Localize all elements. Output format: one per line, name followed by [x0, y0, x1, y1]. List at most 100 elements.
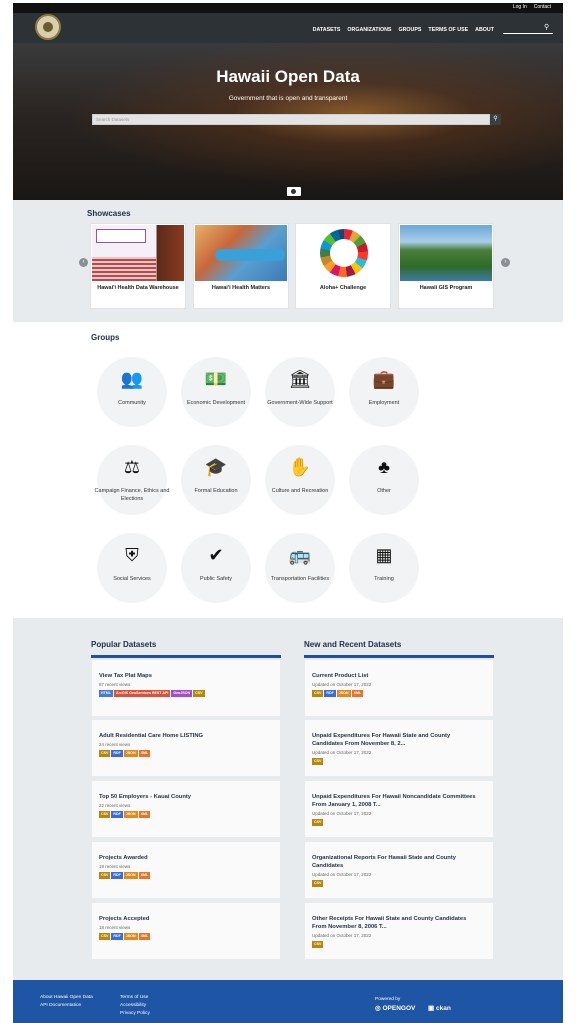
group-transportation-facilities[interactable]: 🚌 Transportation Facilities — [265, 533, 335, 603]
dataset-meta: 24 recent views — [99, 742, 131, 747]
format-badge[interactable]: CSV — [312, 690, 324, 697]
dataset-title-link[interactable]: Top 50 Employers - Kauai County — [99, 793, 269, 801]
format-badge[interactable]: HTML — [99, 690, 113, 697]
format-badge[interactable]: JSON — [123, 933, 138, 940]
showcase-card[interactable]: Hawai'i Health Data Warehouse — [90, 223, 186, 309]
dataset-title-link[interactable]: Unpaid Expenditures For Hawaii State and… — [312, 732, 482, 748]
nav-about[interactable]: ABOUT — [475, 27, 494, 33]
footer-accessibility-link[interactable]: Accessibility — [120, 1003, 146, 1009]
format-badge[interactable]: CSV — [99, 933, 111, 940]
dataset-meta: 18 recent views — [99, 925, 131, 930]
group-label: Community — [118, 400, 146, 406]
footer-api-link[interactable]: API Documentation — [40, 1003, 81, 1009]
format-badge[interactable]: CSV — [312, 941, 324, 948]
chevron-left-icon[interactable]: ‹ — [79, 258, 88, 267]
format-badge[interactable]: ArcGIS GeoServices REST API — [113, 690, 171, 697]
dataset-title-link[interactable]: Projects Accepted — [99, 915, 269, 923]
dataset-title-link[interactable]: Other Receipts For Hawaii State and Coun… — [312, 915, 482, 931]
format-badge[interactable]: CSV — [312, 819, 324, 826]
group-economic-development[interactable]: 💵 Economic Development — [181, 357, 251, 427]
group-government-wide-support[interactable]: 🏛 Government-Wide Support — [265, 357, 335, 427]
dataset-title-link[interactable]: View Tax Plat Maps — [99, 672, 269, 680]
dataset-title-link[interactable]: Current Product List — [312, 672, 482, 680]
state-seal-logo[interactable] — [35, 14, 61, 40]
dataset-card[interactable]: Unpaid Expenditures For Hawaii State and… — [305, 720, 493, 776]
format-badge[interactable]: XML — [138, 750, 151, 757]
dataset-card[interactable]: Other Receipts For Hawaii State and Coun… — [305, 903, 493, 959]
format-badge[interactable]: JSON — [123, 811, 138, 818]
showcase-card[interactable]: Hawai'i Health Matters — [193, 223, 289, 309]
opengov-logo[interactable]: ◎ OPENGOV — [375, 1005, 415, 1012]
dataset-card[interactable]: Organizational Reports For Hawaii State … — [305, 842, 493, 898]
format-badge[interactable]: JSON — [123, 750, 138, 757]
dataset-search-input[interactable]: Search Datasets — [92, 114, 490, 125]
search-icon[interactable]: ⚲ — [544, 23, 549, 31]
format-badge[interactable]: XML — [138, 872, 151, 879]
format-badge[interactable]: RDF — [324, 690, 336, 697]
ckan-label: ckan — [435, 1005, 451, 1012]
dataset-meta: 87 recent views — [99, 682, 131, 687]
dataset-card[interactable]: Projects Accepted 18 recent views CSV RDF JS… — [92, 903, 280, 959]
format-badge[interactable]: RDF — [111, 872, 123, 879]
chevron-right-icon[interactable]: › — [501, 258, 510, 267]
carousel-indicator[interactable] — [287, 187, 301, 196]
dataset-title-link[interactable]: Projects Awarded — [99, 854, 269, 862]
format-badge[interactable]: CSV — [193, 690, 205, 697]
dataset-card[interactable]: Current Product List Updated on October 1… — [305, 660, 493, 716]
group-community[interactable]: 👥 Community — [97, 357, 167, 427]
showcases-heading: Showcases — [87, 209, 131, 218]
format-badge[interactable]: CSV — [312, 758, 324, 765]
format-badge[interactable]: CSV — [99, 811, 111, 818]
dataset-card[interactable]: Adult Residential Care Home LISTING 24 re… — [92, 720, 280, 776]
format-tags: CSV RDF JSON XML — [99, 872, 151, 879]
ckan-logo[interactable]: ▣ ckan — [428, 1005, 451, 1012]
showcase-label: Hawai'i Health Data Warehouse — [97, 285, 179, 291]
nav-terms-of-use[interactable]: TERMS OF USE — [428, 27, 468, 33]
footer-terms-link[interactable]: Terms of Use — [120, 995, 148, 1001]
group-training[interactable]: ▦ Training — [349, 533, 419, 603]
hands-icon: ✋ — [288, 457, 312, 477]
dataset-title-link[interactable]: Organizational Reports For Hawaii State … — [312, 854, 482, 870]
format-badge[interactable]: XML — [138, 811, 151, 818]
group-campaign-finance[interactable]: ⚖ Campaign Finance, Ethics and Elections — [95, 445, 169, 515]
dataset-title-link[interactable]: Unpaid Expenditures For Hawaii Noncandid… — [312, 793, 482, 809]
format-badge[interactable]: CSV — [312, 880, 324, 887]
format-badge[interactable]: GeoJSON — [171, 690, 193, 697]
showcase-card[interactable]: Aloha+ Challenge — [295, 223, 391, 309]
group-public-safety[interactable]: ✔ Public Safety — [181, 533, 251, 603]
showcase-label: Hawai'i Health Matters — [211, 285, 271, 291]
login-link[interactable]: Log In — [513, 4, 527, 10]
format-badge[interactable]: XML — [138, 933, 151, 940]
search-icon[interactable]: ⚲ — [490, 114, 501, 125]
dataset-card[interactable]: Top 50 Employers - Kauai County 22 recent… — [92, 781, 280, 837]
nav-organizations[interactable]: ORGANIZATIONS — [347, 27, 391, 33]
dataset-card[interactable]: View Tax Plat Maps 87 recent views HTML Arc… — [92, 660, 280, 716]
footer-about-link[interactable]: About Hawaii Open Data — [40, 995, 93, 1001]
group-employment[interactable]: 💼 Employment — [349, 357, 419, 427]
dataset-title-link[interactable]: Adult Residential Care Home LISTING — [99, 732, 269, 740]
footer-privacy-link[interactable]: Privacy Policy — [120, 1011, 150, 1017]
dataset-card[interactable]: Projects Awarded 19 recent views CSV RDF JSO… — [92, 842, 280, 898]
format-badge[interactable]: XML — [351, 690, 364, 697]
format-tags: HTML ArcGIS GeoServices REST API GeoJSON CS… — [99, 690, 205, 697]
format-badge[interactable]: JSON — [123, 872, 138, 879]
format-badge[interactable]: RDF — [111, 750, 123, 757]
format-badge[interactable]: RDF — [111, 933, 123, 940]
nav-search-input[interactable] — [503, 33, 553, 34]
nav-datasets[interactable]: DATASETS — [313, 27, 341, 33]
utility-bar: Log In Contact — [13, 3, 563, 13]
format-badge[interactable]: CSV — [99, 750, 111, 757]
shield-icon: ⛨ — [125, 545, 139, 565]
format-badge[interactable]: JSON — [336, 690, 351, 697]
people-icon: 👥 — [120, 369, 144, 389]
showcase-card[interactable]: Hawaii GIS Program — [398, 223, 494, 309]
group-formal-education[interactable]: 🎓 Formal Education — [181, 445, 251, 515]
nav-groups[interactable]: GROUPS — [398, 27, 421, 33]
format-badge[interactable]: CSV — [99, 872, 111, 879]
contact-link[interactable]: Contact — [534, 4, 551, 10]
group-other[interactable]: ♣ Other — [349, 445, 419, 515]
dataset-card[interactable]: Unpaid Expenditures For Hawaii Noncandid… — [305, 781, 493, 837]
format-badge[interactable]: RDF — [111, 811, 123, 818]
group-social-services[interactable]: ⛨ Social Services — [97, 533, 167, 603]
group-culture-and-recreation[interactable]: ✋ Culture and Recreation — [265, 445, 335, 515]
